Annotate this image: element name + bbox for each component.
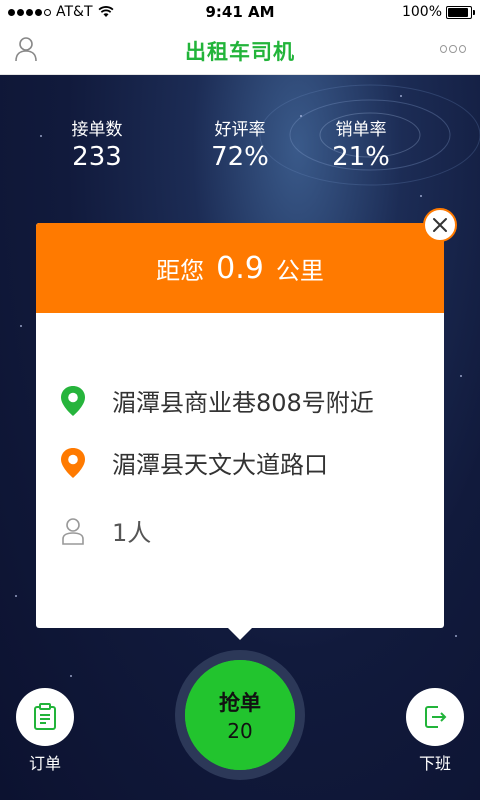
battery-icon: [446, 5, 475, 19]
card-pointer: [228, 628, 252, 640]
close-icon: [433, 218, 447, 232]
grab-label: 抢单: [219, 691, 261, 715]
clipboard-icon: [34, 703, 56, 730]
grab-button-ring: 抢单 20: [175, 650, 305, 780]
distance-header: 距您 0.9 公里: [36, 223, 444, 313]
grab-order-button[interactable]: 抢单 20: [185, 660, 295, 770]
orders-button[interactable]: [16, 688, 74, 746]
battery-percent: 100%: [401, 4, 442, 20]
stat-value: 21%: [332, 142, 390, 172]
orders-label[interactable]: 订单: [5, 750, 85, 774]
driver-stats: 接单数 233 好评率 72% 销单率 21%: [0, 115, 480, 185]
passenger-count: 1人: [112, 519, 152, 547]
destination-address: 湄潭县天文大道路口: [112, 451, 328, 479]
stat-label: 好评率: [214, 120, 266, 140]
passenger-row: 1人: [60, 513, 151, 548]
destination-row: 湄潭县天文大道路口: [60, 445, 328, 480]
distance-unit: 公里: [275, 256, 324, 285]
stat-rating: 好评率 72%: [175, 115, 305, 172]
distance-prefix: 距您: [156, 256, 205, 285]
order-card[interactable]: 距您 0.9 公里 湄潭县商业巷808号附近 湄潭县天文大道路口 1人: [36, 223, 444, 640]
stat-label: 销单率: [335, 120, 387, 140]
status-bar: AT&T 9:41 AM 100%: [0, 0, 480, 24]
stat-cancel-rate: 销单率 21%: [296, 115, 426, 172]
battery-info: 100%: [401, 4, 475, 20]
distance-value: 0.9: [216, 250, 264, 286]
stat-value: 233: [72, 142, 122, 172]
passenger-icon: [62, 517, 84, 545]
nav-bar: 出租车司机: [0, 24, 480, 75]
pickup-address: 湄潭县商业巷808号附近: [112, 389, 374, 417]
off-duty-label[interactable]: 下班: [395, 750, 475, 774]
more-icon[interactable]: [440, 44, 466, 54]
off-duty-button[interactable]: [406, 688, 464, 746]
stat-orders: 接单数 233: [32, 115, 162, 172]
grab-count: 20: [227, 719, 253, 743]
pickup-pin-icon: [61, 385, 85, 416]
destination-pin-icon: [61, 447, 85, 478]
exit-icon: [425, 706, 447, 728]
stat-value: 72%: [211, 142, 269, 172]
stat-label: 接单数: [71, 120, 123, 140]
page-title: 出租车司机: [185, 40, 295, 64]
pickup-row: 湄潭县商业巷808号附近: [60, 383, 374, 418]
close-button[interactable]: [423, 208, 457, 242]
